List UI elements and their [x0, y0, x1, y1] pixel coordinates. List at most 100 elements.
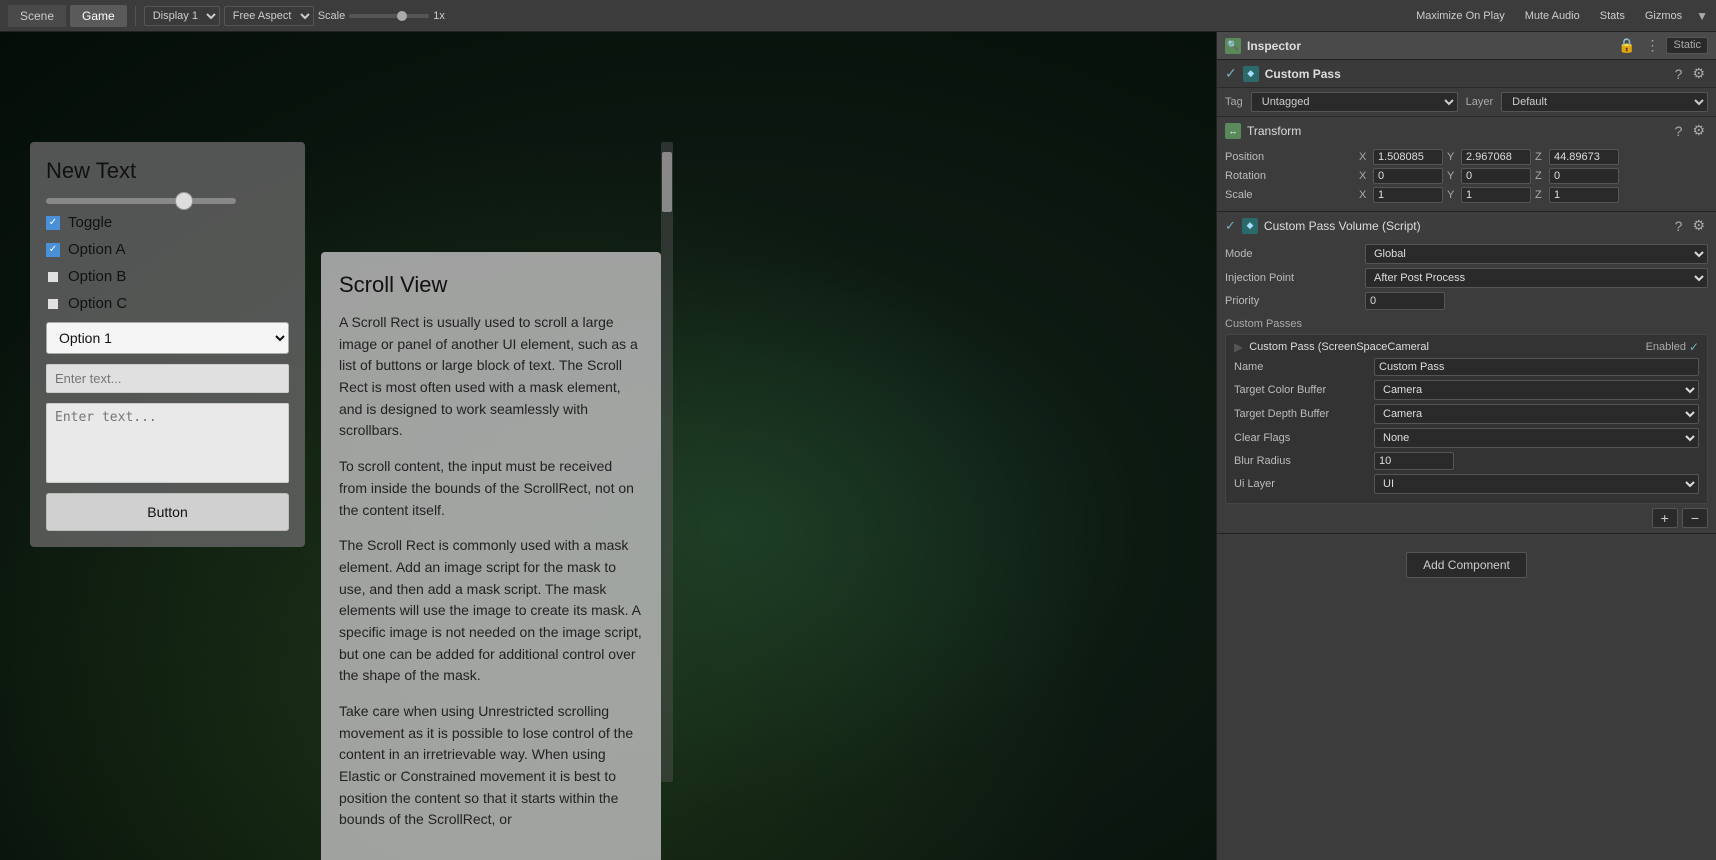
pos-y-input[interactable] [1461, 149, 1531, 165]
transform-icon: ↔ [1225, 123, 1241, 139]
pass-name-label: Name [1234, 361, 1374, 373]
clear-flags-select[interactable]: None [1374, 428, 1699, 448]
inspector-menu-btn[interactable]: ⋮ [1642, 37, 1662, 54]
blur-radius-row: Blur Radius [1234, 452, 1699, 470]
inspector-header-right: 🔒 ⋮ Static [1615, 37, 1708, 54]
inspector-lock-btn[interactable]: 🔒 [1615, 37, 1638, 54]
ui-layer-label: Ui Layer [1234, 478, 1374, 490]
position-xyz: X Y Z [1359, 149, 1619, 165]
rot-y-input[interactable] [1461, 168, 1531, 184]
blur-radius-label: Blur Radius [1234, 455, 1374, 467]
transform-settings-btn[interactable]: ⚙ [1689, 122, 1708, 139]
comp-settings-btn[interactable]: ⚙ [1689, 65, 1708, 82]
option-a-checkbox[interactable] [46, 243, 60, 257]
enabled-check-icon[interactable]: ✓ [1689, 340, 1699, 354]
toggle-checkbox[interactable] [46, 216, 60, 230]
rot-x-input[interactable] [1373, 168, 1443, 184]
pos-x-label: X [1359, 151, 1371, 163]
slider-thumb[interactable] [175, 192, 193, 210]
tag-label: Tag [1225, 96, 1243, 108]
pass-remove-btn[interactable]: − [1682, 508, 1708, 528]
scale-thumb[interactable] [397, 11, 407, 21]
target-depth-row: Target Depth Buffer Camera [1234, 404, 1699, 424]
rotation-x: X [1359, 168, 1443, 184]
pass-add-remove-row: + − [1225, 508, 1708, 528]
game-tab[interactable]: Game [70, 5, 127, 27]
scale-track[interactable] [349, 14, 429, 18]
slider-track[interactable] [46, 198, 236, 204]
aspect-select[interactable]: Free Aspect [224, 6, 314, 26]
layer-select[interactable]: Default [1501, 92, 1708, 112]
scrollbar-thumb[interactable] [662, 152, 672, 212]
ui-layer-select[interactable]: UI [1374, 474, 1699, 494]
option-b-row: Option B [46, 268, 289, 285]
inspector-icon: 🔍 [1225, 38, 1241, 54]
dropdown-row: Option 1 Option 2 Option 3 [46, 322, 289, 354]
inspector-header: 🔍 Inspector 🔒 ⋮ Static [1217, 32, 1716, 60]
scale-value: 1x [433, 10, 445, 22]
tag-select[interactable]: Untagged [1251, 92, 1458, 112]
pos-z-input[interactable] [1549, 149, 1619, 165]
middle-panel[interactable]: Scroll View A Scroll Rect is usually use… [321, 252, 661, 860]
priority-row: Priority [1225, 292, 1708, 310]
scale-x-input[interactable] [1373, 187, 1443, 203]
target-depth-select[interactable]: Camera [1374, 404, 1699, 424]
static-badge: Static [1666, 37, 1708, 54]
priority-input[interactable] [1365, 292, 1445, 310]
main-button[interactable]: Button [46, 493, 289, 531]
pos-z-label: Z [1535, 151, 1547, 163]
stats-btn[interactable]: Stats [1594, 8, 1631, 24]
scale-z-input[interactable] [1549, 187, 1619, 203]
rot-z-input[interactable] [1549, 168, 1619, 184]
scale-xyz: X Y Z [1359, 187, 1619, 203]
position-row: Position X Y Z [1225, 149, 1708, 165]
transform-header[interactable]: ↔ Transform ? ⚙ [1217, 117, 1716, 144]
scroll-para-0: A Scroll Rect is usually used to scroll … [339, 312, 643, 442]
option-b-label: Option B [68, 268, 126, 285]
target-color-row: Target Color Buffer Camera [1234, 380, 1699, 400]
gizmos-btn[interactable]: Gizmos [1639, 8, 1688, 24]
injection-select[interactable]: After Post Process [1365, 268, 1708, 288]
blur-radius-input[interactable] [1374, 452, 1454, 470]
comp-help-btn[interactable]: ? [1672, 65, 1686, 82]
option-c-checkbox[interactable] [46, 297, 60, 311]
scale-y-input[interactable] [1461, 187, 1531, 203]
injection-row: Injection Point After Post Process [1225, 268, 1708, 288]
display-select[interactable]: Display 1 [144, 6, 220, 26]
pos-x-input[interactable] [1373, 149, 1443, 165]
position-y: Y [1447, 149, 1531, 165]
ui-overlay: New Text Toggle Option A Option B [0, 32, 673, 860]
option-c-row: Option C [46, 295, 289, 312]
scroll-para-2: The Scroll Rect is commonly used with a … [339, 535, 643, 687]
pass-expand-icon[interactable]: ▶ [1234, 340, 1243, 354]
custom-passes-label: Custom Passes [1225, 318, 1302, 330]
pass-name-input[interactable] [1374, 358, 1699, 376]
comp-icon: ◆ [1243, 66, 1259, 82]
inspector-title: Inspector [1247, 39, 1301, 53]
script-help-btn[interactable]: ? [1672, 217, 1686, 234]
mode-select[interactable]: Global [1365, 244, 1708, 264]
comp-right: ? ⚙ [1672, 65, 1708, 82]
script-section-header[interactable]: ✓ ◆ Custom Pass Volume (Script) ? ⚙ [1217, 212, 1716, 239]
add-component-btn[interactable]: Add Component [1406, 552, 1527, 578]
script-settings-btn[interactable]: ⚙ [1689, 217, 1708, 234]
rot-y-label: Y [1447, 170, 1459, 182]
scale-x: X [1359, 187, 1443, 203]
target-color-select[interactable]: Camera [1374, 380, 1699, 400]
scale-y: Y [1447, 187, 1531, 203]
injection-label: Injection Point [1225, 272, 1365, 284]
scroll-title: Scroll View [339, 272, 643, 298]
scrollbar-track[interactable] [661, 142, 673, 782]
maximize-btn[interactable]: Maximize On Play [1410, 8, 1511, 24]
ui-layer-row: Ui Layer UI [1234, 474, 1699, 494]
transform-help-btn[interactable]: ? [1672, 122, 1686, 139]
text-input[interactable] [46, 364, 289, 393]
script-section: ✓ ◆ Custom Pass Volume (Script) ? ⚙ Mode… [1217, 212, 1716, 534]
scene-tab[interactable]: Scene [8, 5, 66, 27]
text-area[interactable] [46, 403, 289, 483]
dropdown-select[interactable]: Option 1 Option 2 Option 3 [46, 322, 289, 354]
mute-btn[interactable]: Mute Audio [1519, 8, 1586, 24]
target-depth-label: Target Depth Buffer [1234, 408, 1374, 420]
pass-add-btn[interactable]: + [1652, 508, 1678, 528]
option-b-checkbox[interactable] [46, 270, 60, 284]
